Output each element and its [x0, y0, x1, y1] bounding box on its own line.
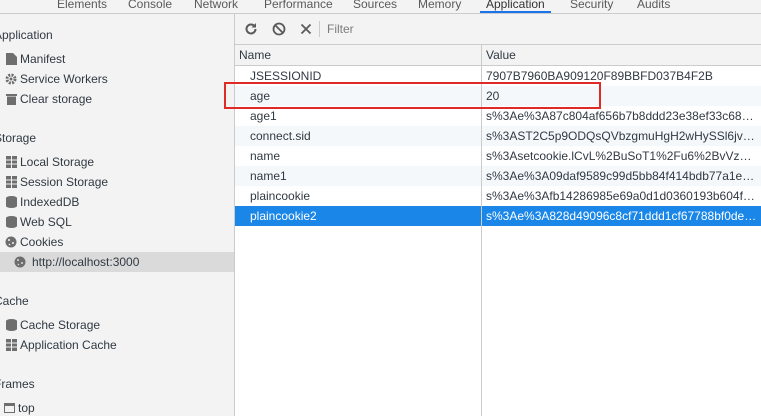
sidebar-item-label: Session Storage: [20, 175, 109, 189]
sidebar-item-cookies[interactable]: Cookies: [0, 232, 234, 252]
tab-security[interactable]: Security: [570, 0, 613, 13]
cookie-value-cell: s%3Ae%3A09daf9589c99d5bb84f414bdb77a1e40…: [486, 169, 758, 183]
cookie-value-cell: 20: [486, 89, 500, 103]
cookie-value-cell: s%3Ae%3Afb14286985e69a0d1d0360193b604f93…: [486, 189, 758, 203]
sidebar-item-label: Cache Storage: [20, 318, 101, 332]
tab-memory[interactable]: Memory: [418, 0, 461, 13]
cookie-name-cell: JSESSIONID: [250, 69, 322, 83]
table-row[interactable]: age1 s%3Ae%3A87c804af656b7b8ddd23e38ef33c…: [235, 106, 761, 126]
section-title-cache: Cache: [0, 294, 29, 308]
sidebar-item-web-sql[interactable]: Web SQL: [0, 212, 234, 232]
tab-sources[interactable]: Sources: [353, 0, 397, 13]
sidebar-item-service-workers[interactable]: Service Workers: [0, 69, 234, 89]
cookie-value-cell: s%3Asetcookie.lCvL%2BuSoT1%2Fu6%2BvVzVRE…: [486, 149, 758, 163]
database-icon: [6, 319, 17, 331]
section-title-storage: Storage: [0, 131, 37, 145]
tab-audits[interactable]: Audits: [637, 0, 670, 13]
tab-network[interactable]: Network: [194, 0, 238, 13]
cookie-value-cell: s%3Ae%3A87c804af656b7b8ddd23e38ef33c68ca…: [486, 109, 758, 123]
grid-icon: [6, 176, 17, 188]
tab-console[interactable]: Console: [128, 0, 172, 13]
close-icon[interactable]: [298, 21, 314, 37]
sidebar-item-label: Application Cache: [20, 338, 117, 352]
cookie-name-cell: connect.sid: [250, 129, 311, 143]
cookie-name-cell: name1: [250, 169, 287, 183]
trash-icon: [6, 94, 17, 105]
column-divider[interactable]: [481, 45, 482, 416]
table-row[interactable]: name1 s%3Ae%3A09daf9589c99d5bb84f414bdb77…: [235, 166, 761, 186]
devtools-tab-bar: Elements Console Network Performance Sou…: [0, 0, 761, 14]
database-icon: [6, 216, 17, 228]
sidebar-item-local-storage[interactable]: Local Storage: [0, 152, 234, 172]
cookie-name-cell: age: [250, 89, 271, 103]
table-row[interactable]: plaincookie s%3Ae%3Afb14286985e69a0d1d036…: [235, 186, 761, 206]
table-row[interactable]: plaincookie2 s%3Ae%3A828d49096c8cf71ddd1c…: [235, 206, 761, 226]
sidebar-item-indexeddb[interactable]: IndexedDB: [0, 192, 234, 212]
table-row[interactable]: connect.sid s%3AST2C5p9ODQsQVbzgmuHgH2wHy…: [235, 126, 761, 146]
tab-performance[interactable]: Performance: [264, 0, 333, 13]
cookie-name-cell: plaincookie2: [250, 209, 317, 223]
cookie-name-cell: name: [250, 149, 281, 163]
section-title-frames: Frames: [0, 377, 35, 391]
cookie-name-cell: plaincookie: [250, 189, 311, 203]
cookie-value-cell: 7907B7960BA909120F89BBFD037B4F2B: [486, 69, 713, 83]
cookie-name-cell: age1: [250, 109, 277, 123]
cookies-toolbar: [235, 14, 761, 45]
toolbar-divider: [319, 21, 320, 37]
database-icon: [6, 196, 17, 208]
file-icon: [6, 53, 17, 65]
cookie-icon: [5, 236, 17, 248]
table-header: Name Value: [235, 45, 761, 66]
sidebar-item-label: Web SQL: [20, 215, 72, 229]
sidebar-item-frame-top[interactable]: top: [0, 398, 234, 416]
sidebar-item-session-storage[interactable]: Session Storage: [0, 172, 234, 192]
gear-icon: [5, 73, 17, 85]
cookie-value-cell: s%3Ae%3A828d49096c8cf71ddd1cf67788bf0ded…: [486, 209, 758, 223]
filter-input[interactable]: [323, 20, 761, 38]
block-icon[interactable]: [271, 21, 287, 37]
frame-icon: [4, 403, 15, 413]
grid-icon: [6, 156, 17, 168]
sidebar-item-label: Service Workers: [20, 72, 108, 86]
column-header-value[interactable]: Value: [486, 45, 516, 65]
sidebar-item-label: Cookies: [20, 235, 64, 249]
tab-application[interactable]: Application: [480, 0, 551, 13]
table-row[interactable]: name s%3Asetcookie.lCvL%2BuSoT1%2Fu6%2BvV…: [235, 146, 761, 166]
refresh-icon[interactable]: [243, 21, 259, 37]
sidebar-item-label: http://localhost:3000: [32, 255, 140, 269]
section-title-application: Application: [0, 28, 53, 42]
sidebar-item-cache-storage[interactable]: Cache Storage: [0, 315, 234, 335]
sidebar-item-label: IndexedDB: [20, 195, 80, 209]
sidebar-item-label: Local Storage: [20, 155, 95, 169]
sidebar-item-manifest[interactable]: Manifest: [0, 49, 234, 69]
grid-icon: [6, 339, 17, 351]
sidebar-item-clear-storage[interactable]: Clear storage: [0, 89, 234, 109]
sidebar-item-cookie-origin[interactable]: http://localhost:3000: [0, 252, 234, 272]
application-sidebar: Application Manifest Service Workers Cle…: [0, 14, 235, 416]
sidebar-item-label: top: [18, 401, 35, 415]
cookie-icon: [14, 256, 26, 268]
sidebar-item-application-cache[interactable]: Application Cache: [0, 335, 234, 355]
cookies-table: Name Value JSESSIONID 7907B7960BA909120F8…: [235, 45, 761, 416]
cookie-value-cell: s%3AST2C5p9ODQsQVbzgmuHgH2wHySSl6jvL.%..…: [486, 129, 758, 143]
table-row[interactable]: JSESSIONID 7907B7960BA909120F89BBFD037B4F…: [235, 66, 761, 86]
sidebar-item-label: Clear storage: [20, 92, 93, 106]
column-header-name[interactable]: Name: [239, 45, 271, 65]
tab-elements[interactable]: Elements: [57, 0, 107, 13]
table-row[interactable]: age 20: [235, 86, 761, 106]
sidebar-item-label: Manifest: [20, 52, 66, 66]
